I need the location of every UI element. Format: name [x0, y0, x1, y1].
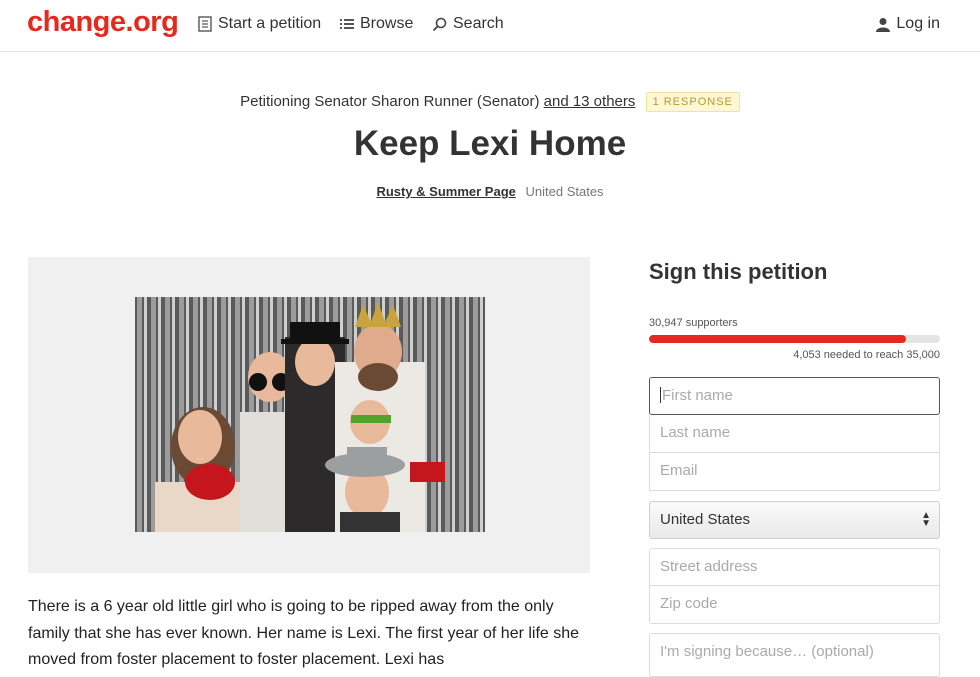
user-icon — [876, 17, 891, 32]
signing-reason-field[interactable]: I'm signing because… (optional) — [649, 633, 940, 677]
search-icon — [432, 17, 447, 31]
browse-link[interactable]: Browse — [340, 15, 413, 33]
signatures-needed: 4,053 needed to reach 35,000 — [793, 349, 940, 361]
list-icon — [340, 19, 354, 29]
top-navigation-bar: change.org Start a petition Browse Searc… — [0, 0, 980, 52]
email-placeholder: Email — [660, 462, 698, 479]
petitioning-target: Petitioning Senator Sharon Runner (Senat… — [240, 93, 540, 110]
country-value: United States — [660, 511, 751, 528]
country-select[interactable]: United States ▲ ▼ — [649, 501, 940, 539]
last-name-placeholder: Last name — [660, 424, 731, 441]
signing-reason-placeholder: I'm signing because… (optional) — [660, 643, 874, 660]
first-name-field[interactable]: First name — [649, 377, 940, 415]
petition-title: Keep Lexi Home — [353, 124, 627, 163]
login-label: Log in — [896, 15, 940, 32]
zip-code-placeholder: Zip code — [660, 595, 718, 612]
login-link[interactable]: Log in — [876, 15, 940, 33]
supporter-count: 30,947 supporters — [649, 317, 738, 329]
text-caret — [660, 387, 661, 403]
first-name-placeholder: First name — [662, 387, 733, 404]
last-name-field[interactable]: Last name — [649, 415, 940, 453]
search-label: Search — [453, 15, 504, 32]
petition-photo[interactable] — [135, 297, 485, 532]
start-petition-link[interactable]: Start a petition — [198, 15, 321, 33]
search-link[interactable]: Search — [432, 15, 504, 33]
petition-description: There is a 6 year old little girl who is… — [28, 598, 580, 668]
email-field[interactable]: Email — [649, 453, 940, 491]
change-org-logo[interactable]: change.org — [27, 6, 179, 39]
signature-progress-fill — [649, 335, 907, 343]
family-photo-illustration — [135, 297, 485, 532]
sign-petition-heading: Sign this petition — [649, 259, 828, 284]
author-location: United States — [525, 184, 604, 199]
zip-code-field[interactable]: Zip code — [649, 586, 940, 624]
petitioning-line: Petitioning Senator Sharon Runner (Senat… — [0, 92, 980, 112]
petition-byline: Rusty & Summer Page United States — [0, 184, 980, 199]
browse-label: Browse — [360, 15, 414, 32]
street-address-placeholder: Street address — [660, 558, 758, 575]
document-icon — [198, 16, 212, 32]
response-badge[interactable]: 1 RESPONSE — [645, 92, 740, 112]
petition-media-panel — [28, 257, 590, 573]
select-arrows-icon: ▲ ▼ — [921, 510, 931, 529]
street-address-field[interactable]: Street address — [649, 548, 940, 586]
start-petition-label: Start a petition — [218, 15, 322, 32]
author-link[interactable]: Rusty & Summer Page — [376, 184, 515, 199]
signature-progress-bar — [649, 335, 940, 343]
others-link[interactable]: and 13 others — [544, 93, 636, 110]
